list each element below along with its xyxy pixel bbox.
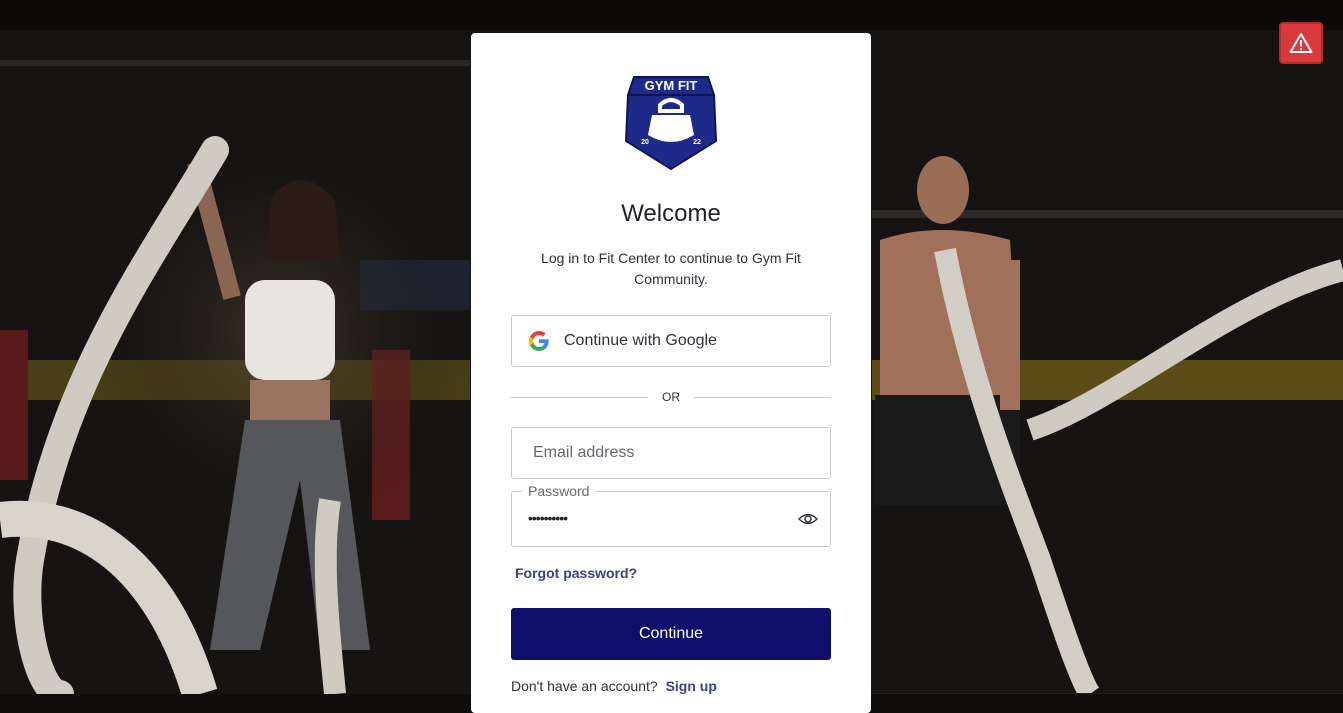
logo-text: GYM FIT (645, 78, 698, 93)
gym-fit-logo: GYM FIT 20 22 (624, 76, 718, 171)
or-text: OR (662, 390, 680, 404)
continue-button[interactable]: Continue (511, 608, 831, 660)
divider-line-right (694, 396, 831, 398)
forgot-password-link[interactable]: Forgot password? (515, 565, 637, 581)
divider-line-left (511, 396, 648, 398)
warning-triangle-icon (1289, 33, 1313, 53)
logo-year-left: 20 (641, 139, 649, 146)
signup-row: Don't have an account? Sign up (511, 678, 717, 694)
welcome-title: Welcome (621, 200, 721, 227)
continue-with-google-button[interactable]: Continue with Google (511, 315, 831, 367)
login-card: GYM FIT 20 22 Welcome Log in to Fit Cent… (471, 33, 871, 713)
logo-year-right: 22 (693, 139, 701, 146)
login-subtitle: Log in to Fit Center to continue to Gym … (541, 250, 801, 287)
password-input[interactable]: •••••••••• (528, 510, 568, 526)
show-password-eye-icon[interactable] (798, 510, 818, 528)
sign-up-link[interactable]: Sign up (666, 678, 717, 694)
email-field[interactable] (511, 427, 831, 479)
warning-alert-button[interactable] (1279, 22, 1323, 64)
password-label: Password (522, 483, 596, 499)
signup-prompt: Don't have an account? (511, 678, 658, 694)
password-field[interactable]: Password •••••••••• (511, 483, 831, 547)
google-icon (529, 331, 549, 351)
or-divider: OR (511, 390, 831, 404)
email-input[interactable] (533, 444, 793, 462)
google-button-label: Continue with Google (564, 332, 717, 349)
